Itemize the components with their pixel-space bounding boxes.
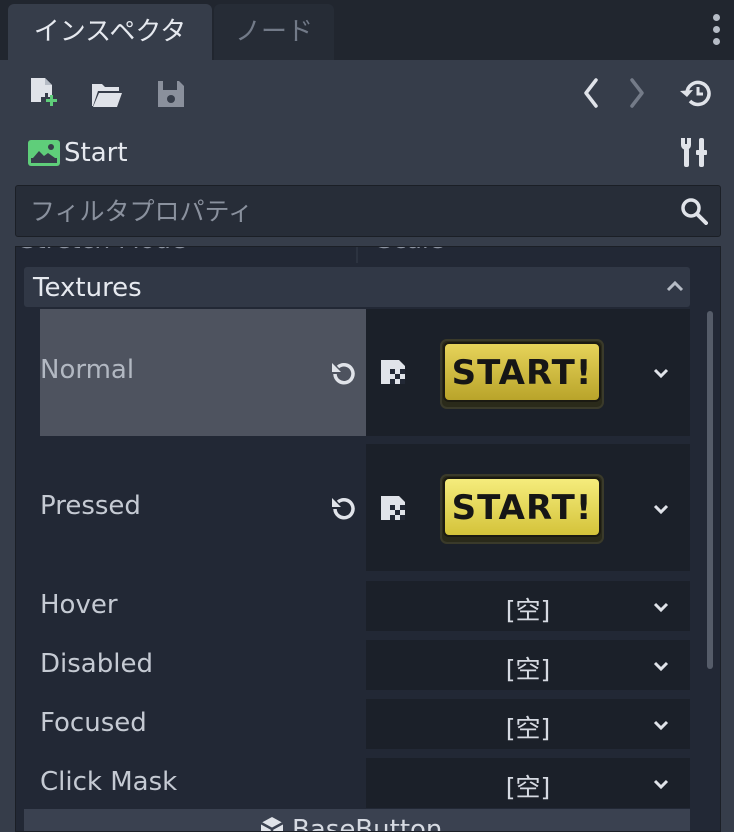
section-textures-header[interactable]: Textures <box>24 267 690 307</box>
filter-properties-input[interactable]: フィルタプロパティ <box>15 185 721 237</box>
chevron-up-icon <box>666 280 684 292</box>
property-normal-label: Normal <box>40 355 135 385</box>
property-hover-value[interactable]: [空] <box>366 581 690 631</box>
new-resource-icon[interactable] <box>29 77 59 109</box>
history-icon[interactable] <box>679 78 711 108</box>
chevron-down-icon <box>653 661 669 672</box>
start-texture-preview: START! <box>440 474 604 544</box>
texture-icon <box>381 496 405 520</box>
texture-button-icon <box>28 140 60 166</box>
chevron-down-icon <box>653 602 669 613</box>
object-class-icon <box>260 817 284 831</box>
vertical-scrollbar[interactable] <box>707 311 713 669</box>
category-basebutton: BaseButton <box>24 809 690 832</box>
start-texture-preview: START! <box>440 339 604 409</box>
property-hover-label: Hover <box>40 590 118 620</box>
forward-icon[interactable] <box>628 78 646 108</box>
property-pressed-value[interactable]: START! <box>366 444 690 571</box>
chevron-down-icon <box>653 504 669 515</box>
property-disabled-label: Disabled <box>40 649 153 679</box>
category-basebutton-label: BaseButton <box>292 815 443 832</box>
stretch-mode-label: Stretch Mode <box>20 247 186 254</box>
tools-icon[interactable] <box>680 136 708 168</box>
property-list: Stretch Mode Scale Textures Normal START… <box>15 246 721 832</box>
property-focused-value[interactable]: [空] <box>366 699 690 749</box>
tab-inspector[interactable]: インスペクタ <box>8 4 212 60</box>
chevron-down-icon <box>653 779 669 790</box>
tab-node-label: ノード <box>234 17 313 47</box>
back-icon[interactable] <box>582 78 600 108</box>
open-folder-icon[interactable] <box>91 80 123 108</box>
texture-icon <box>381 360 405 384</box>
stretch-mode-value[interactable]: Scale <box>377 247 444 254</box>
revert-icon[interactable] <box>329 360 359 388</box>
property-click-mask-label: Click Mask <box>40 767 178 797</box>
dock-menu-icon[interactable] <box>706 14 726 50</box>
property-click-mask-value[interactable]: [空] <box>366 758 690 808</box>
tab-node[interactable]: ノード <box>214 4 334 60</box>
property-normal-value[interactable]: START! <box>366 309 690 436</box>
filter-placeholder: フィルタプロパティ <box>30 197 254 226</box>
section-textures-title: Textures <box>33 273 142 303</box>
chevron-down-icon <box>653 720 669 731</box>
search-icon <box>681 198 708 225</box>
save-icon[interactable] <box>157 80 185 108</box>
tab-inspector-label: インスペクタ <box>33 17 187 47</box>
revert-icon[interactable] <box>329 495 359 523</box>
property-disabled-value[interactable]: [空] <box>366 640 690 690</box>
property-focused-label: Focused <box>40 708 147 738</box>
object-name: Start <box>64 138 128 168</box>
property-pressed-label: Pressed <box>40 491 141 521</box>
chevron-down-icon <box>653 368 669 379</box>
